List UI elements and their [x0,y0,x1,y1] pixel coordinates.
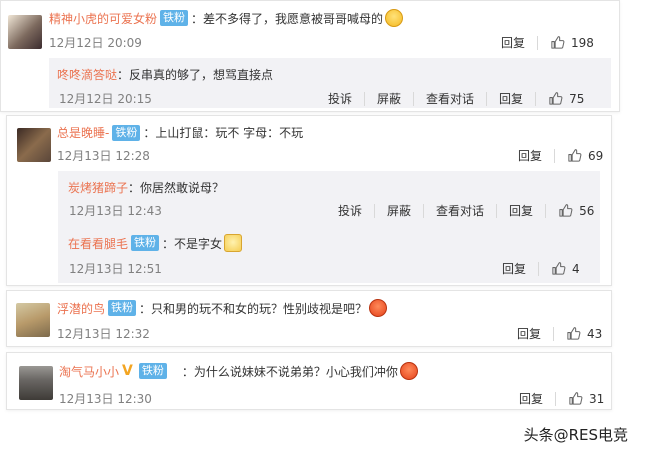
thumbs-up-icon [548,91,563,106]
like-count: 31 [589,391,605,406]
divider [554,148,556,163]
reply-text: ：不是字女 [162,236,223,251]
comment-time: 12月13日 12:30 [59,392,152,406]
report-button[interactable]: 投诉 [328,90,352,107]
comment-card: 淘气马小小 V 铁粉 ：为什么说妹妹不说弟弟？小心我们冲你 12月13日 12:… [6,352,612,410]
comment-time: 12月12日 20:09 [49,36,142,50]
like-button[interactable]: 43 [566,326,602,341]
comment-text: ：上山打鼠：玩不 字母：不玩 [143,126,304,140]
like-count: 56 [579,203,595,218]
reply-time: 12月13日 12:43 [69,204,162,218]
comment-username[interactable]: 淘气马小小 [59,363,119,380]
divider [555,391,557,406]
reply-box: 咚咚滴答哒 ：反串真的够了，想骂直接点 12月12日 20:15 投诉 屏蔽 查… [49,58,611,108]
comment-card: 总是晚睡- 铁粉 ：上山打鼠：玩不 字母：不玩 12月13日 12:28 回复 … [6,115,612,286]
reply-username[interactable]: 咚咚滴答哒 [57,66,117,83]
divider [423,203,425,218]
reply-button[interactable]: 回复 [499,90,523,107]
divider [535,91,537,106]
fan-badge[interactable]: 铁粉 [160,10,189,26]
divider [413,91,415,106]
avatar[interactable] [19,366,53,400]
like-button[interactable]: 75 [548,91,584,106]
verified-badge: V [122,363,133,379]
reply-button[interactable]: 回复 [509,202,533,219]
divider [553,326,555,341]
report-button[interactable]: 投诉 [338,202,362,219]
block-button[interactable]: 屏蔽 [387,202,411,219]
reply-button[interactable]: 回复 [517,325,541,342]
block-button[interactable]: 屏蔽 [377,90,401,107]
view-conversation-button[interactable]: 查看对话 [436,202,484,219]
divider [364,91,366,106]
fan-badge[interactable]: 铁粉 [108,300,137,316]
divider [538,261,540,276]
comment-time: 12月13日 12:32 [57,327,150,341]
like-count: 75 [569,91,585,106]
avatar[interactable] [16,303,50,337]
grin-emoji-icon [224,234,243,252]
comment-username[interactable]: 浮潜的鸟 [57,300,105,317]
fan-badge[interactable]: 铁粉 [131,235,160,251]
comment-time: 12月13日 12:28 [57,149,150,163]
like-button[interactable]: 31 [568,391,604,406]
reply-box: 炭烤猪蹄子 ：你居然敢说母？ 12月13日 12:43 投诉 屏蔽 查看对话 回… [58,171,600,283]
thumbs-up-icon [567,148,582,163]
like-count: 69 [588,148,604,163]
comment-username[interactable]: 总是晚睡- [57,124,109,141]
blush-emoji-icon [385,9,404,27]
angry-emoji-icon [399,362,418,380]
comment-text: ：差不多得了，我愿意被哥哥喊母的 [191,11,384,26]
reply-time: 12月12日 20:15 [59,92,152,106]
reply-username[interactable]: 炭烤猪蹄子 [68,179,128,196]
like-count: 198 [571,35,594,50]
divider [496,203,498,218]
comment-card: 浮潜的鸟 铁粉 ：只和男的玩不和女的玩？性别歧视是吧？ 12月13日 12:32… [6,290,612,347]
thumbs-up-icon [558,203,573,218]
like-button[interactable]: 4 [551,261,580,276]
fan-badge[interactable]: 铁粉 [138,363,167,379]
comment-text: ：只和男的玩不和女的玩？性别歧视是吧？ [139,301,368,316]
divider [374,203,376,218]
reply-button[interactable]: 回复 [501,34,525,51]
avatar[interactable] [17,128,51,162]
view-conversation-button[interactable]: 查看对话 [426,90,474,107]
reply-text: ：你居然敢说母？ [128,181,225,195]
thumbs-up-icon [551,261,566,276]
comment-card: 精神小虎的可爱女粉 铁粉 ：差不多得了，我愿意被哥哥喊母的 12月12日 20:… [0,0,620,112]
divider [537,35,539,50]
avatar[interactable] [8,15,42,49]
reply-username[interactable]: 在看看腿毛 [68,235,128,252]
comment-username[interactable]: 精神小虎的可爱女粉 [49,10,157,27]
like-button[interactable]: 198 [550,35,594,50]
thumbs-up-icon [550,35,565,50]
like-count: 43 [587,326,603,341]
angry-emoji-icon [369,299,388,317]
like-count: 4 [572,261,580,276]
reply-time: 12月13日 12:51 [69,262,162,276]
like-button[interactable]: 56 [558,203,594,218]
thumbs-up-icon [566,326,581,341]
reply-button[interactable]: 回复 [518,147,542,164]
like-button[interactable]: 69 [567,148,603,163]
reply-button[interactable]: 回复 [519,390,543,407]
watermark: 头条@RES电竞 [523,426,628,444]
divider [486,91,488,106]
fan-badge[interactable]: 铁粉 [112,124,141,141]
reply-button[interactable]: 回复 [502,260,526,277]
reply-text: ：反串真的够了，想骂直接点 [117,68,274,82]
thumbs-up-icon [568,391,583,406]
divider [545,203,547,218]
comment-text: ：为什么说妹妹不说弟弟？小心我们冲你 [181,364,398,379]
